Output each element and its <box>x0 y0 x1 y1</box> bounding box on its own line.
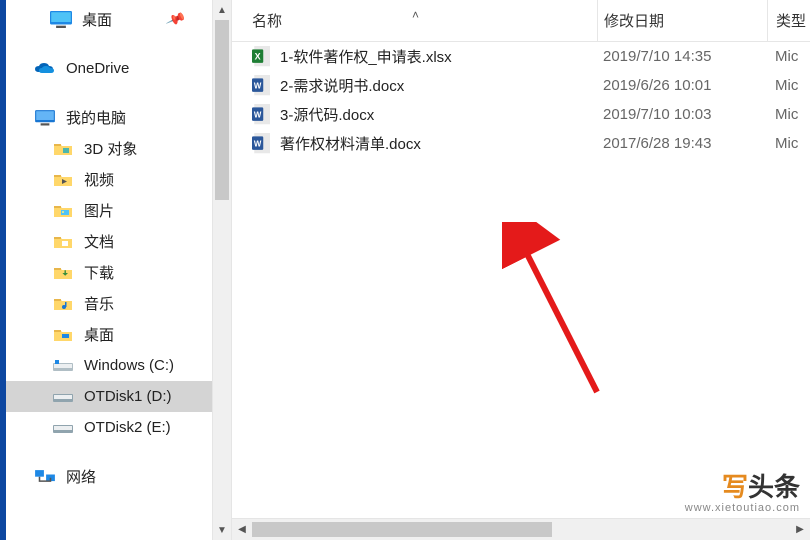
file-type: Mic <box>767 48 810 65</box>
network-icon <box>34 468 56 486</box>
drive-icon <box>52 388 74 406</box>
nav-label: 图片 <box>84 200 114 221</box>
this-pc-icon <box>34 109 56 127</box>
scroll-up-icon[interactable]: ▲ <box>213 0 231 20</box>
file-row[interactable]: X 1-软件著作权_申请表.xlsx 2019/7/10 14:35 Mic <box>232 42 810 71</box>
word-file-icon: W <box>252 134 270 154</box>
nav-documents[interactable]: 文档 <box>6 226 212 257</box>
scroll-thumb[interactable] <box>252 522 552 537</box>
nav-network[interactable]: 网络 <box>6 461 212 492</box>
file-row[interactable]: W 3-源代码.docx 2019/7/10 10:03 Mic <box>232 100 810 129</box>
svg-text:W: W <box>254 82 262 91</box>
file-modified: 2017/6/28 19:43 <box>597 135 767 152</box>
column-headers: 名称 ˄ 修改日期 类型 <box>232 0 810 42</box>
file-modified: 2019/7/10 10:03 <box>597 106 767 123</box>
pin-icon: 📌 <box>164 9 186 31</box>
folder-icon <box>52 171 74 189</box>
quick-access-desktop[interactable]: 桌面 📌 <box>6 4 212 35</box>
column-header-modified[interactable]: 修改日期 <box>597 0 767 41</box>
header-label: 修改日期 <box>604 10 664 31</box>
file-name: 著作权材料清单.docx <box>280 133 421 154</box>
nav-label: 下载 <box>84 262 114 283</box>
header-label: 类型 <box>776 10 806 31</box>
svg-text:W: W <box>254 140 262 149</box>
nav-pictures[interactable]: 图片 <box>6 195 212 226</box>
nav-label: OneDrive <box>66 60 129 77</box>
folder-icon <box>52 295 74 313</box>
sidebar-scrollbar[interactable]: ▲ ▼ <box>212 0 232 540</box>
nav-desktop[interactable]: 桌面 <box>6 319 212 350</box>
column-header-name[interactable]: 名称 ˄ <box>232 10 597 31</box>
file-row[interactable]: W 著作权材料清单.docx 2017/6/28 19:43 Mic <box>232 129 810 158</box>
nav-label: 视频 <box>84 169 114 190</box>
file-row[interactable]: W 2-需求说明书.docx 2019/6/26 10:01 Mic <box>232 71 810 100</box>
nav-label: 桌面 <box>84 324 114 345</box>
annotation-arrow-icon <box>502 222 622 402</box>
onedrive-icon <box>34 60 56 78</box>
scroll-right-icon[interactable]: ▶ <box>790 519 810 540</box>
file-name: 2-需求说明书.docx <box>280 75 404 96</box>
nav-label: 文档 <box>84 231 114 252</box>
nav-drive-e[interactable]: OTDisk2 (E:) <box>6 412 212 443</box>
content-h-scrollbar[interactable]: ◀ ▶ <box>232 518 810 540</box>
nav-drive-c[interactable]: Windows (C:) <box>6 350 212 381</box>
svg-text:W: W <box>254 111 262 120</box>
file-list-pane: 名称 ˄ 修改日期 类型 X 1-软件著作权_申请表.xlsx 2019/7/1… <box>232 0 810 540</box>
scroll-left-icon[interactable]: ◀ <box>232 519 252 540</box>
word-file-icon: W <box>252 105 270 125</box>
file-name: 3-源代码.docx <box>280 104 374 125</box>
nav-this-pc[interactable]: 我的电脑 <box>6 102 212 133</box>
file-type: Mic <box>767 106 810 123</box>
nav-label: 网络 <box>66 466 96 487</box>
word-file-icon: W <box>252 76 270 96</box>
sort-ascending-icon: ˄ <box>412 8 419 22</box>
nav-downloads[interactable]: 下载 <box>6 257 212 288</box>
nav-label: 桌面 <box>82 9 112 30</box>
nav-3d-objects[interactable]: 3D 对象 <box>6 133 212 164</box>
nav-videos[interactable]: 视频 <box>6 164 212 195</box>
nav-sidebar: 桌面 📌 OneDrive 我的电脑 3D 对象 视频 图片 <box>6 0 212 540</box>
scroll-thumb[interactable] <box>215 20 229 200</box>
file-modified: 2019/7/10 14:35 <box>597 48 767 65</box>
file-name: 1-软件著作权_申请表.xlsx <box>280 46 452 67</box>
drive-icon <box>52 357 74 375</box>
scroll-track[interactable] <box>213 20 231 520</box>
scroll-track[interactable] <box>252 519 790 540</box>
file-rows: X 1-软件著作权_申请表.xlsx 2019/7/10 14:35 Mic W… <box>232 42 810 518</box>
excel-file-icon: X <box>252 47 270 67</box>
nav-label: 我的电脑 <box>66 107 126 128</box>
column-header-type[interactable]: 类型 <box>767 0 810 41</box>
nav-music[interactable]: 音乐 <box>6 288 212 319</box>
nav-onedrive[interactable]: OneDrive <box>6 53 212 84</box>
nav-label: 3D 对象 <box>84 138 137 159</box>
header-label: 名称 <box>252 13 282 30</box>
folder-icon <box>52 264 74 282</box>
file-type: Mic <box>767 135 810 152</box>
nav-label: OTDisk1 (D:) <box>84 388 172 405</box>
scroll-down-icon[interactable]: ▼ <box>213 520 231 540</box>
folder-icon <box>52 140 74 158</box>
desktop-icon <box>50 11 72 29</box>
file-type: Mic <box>767 77 810 94</box>
nav-label: Windows (C:) <box>84 357 174 374</box>
folder-icon <box>52 233 74 251</box>
nav-label: 音乐 <box>84 293 114 314</box>
nav-label: OTDisk2 (E:) <box>84 419 171 436</box>
drive-icon <box>52 419 74 437</box>
svg-text:X: X <box>255 52 261 62</box>
folder-icon <box>52 202 74 220</box>
nav-drive-d[interactable]: OTDisk1 (D:) <box>6 381 212 412</box>
file-modified: 2019/6/26 10:01 <box>597 77 767 94</box>
folder-icon <box>52 326 74 344</box>
